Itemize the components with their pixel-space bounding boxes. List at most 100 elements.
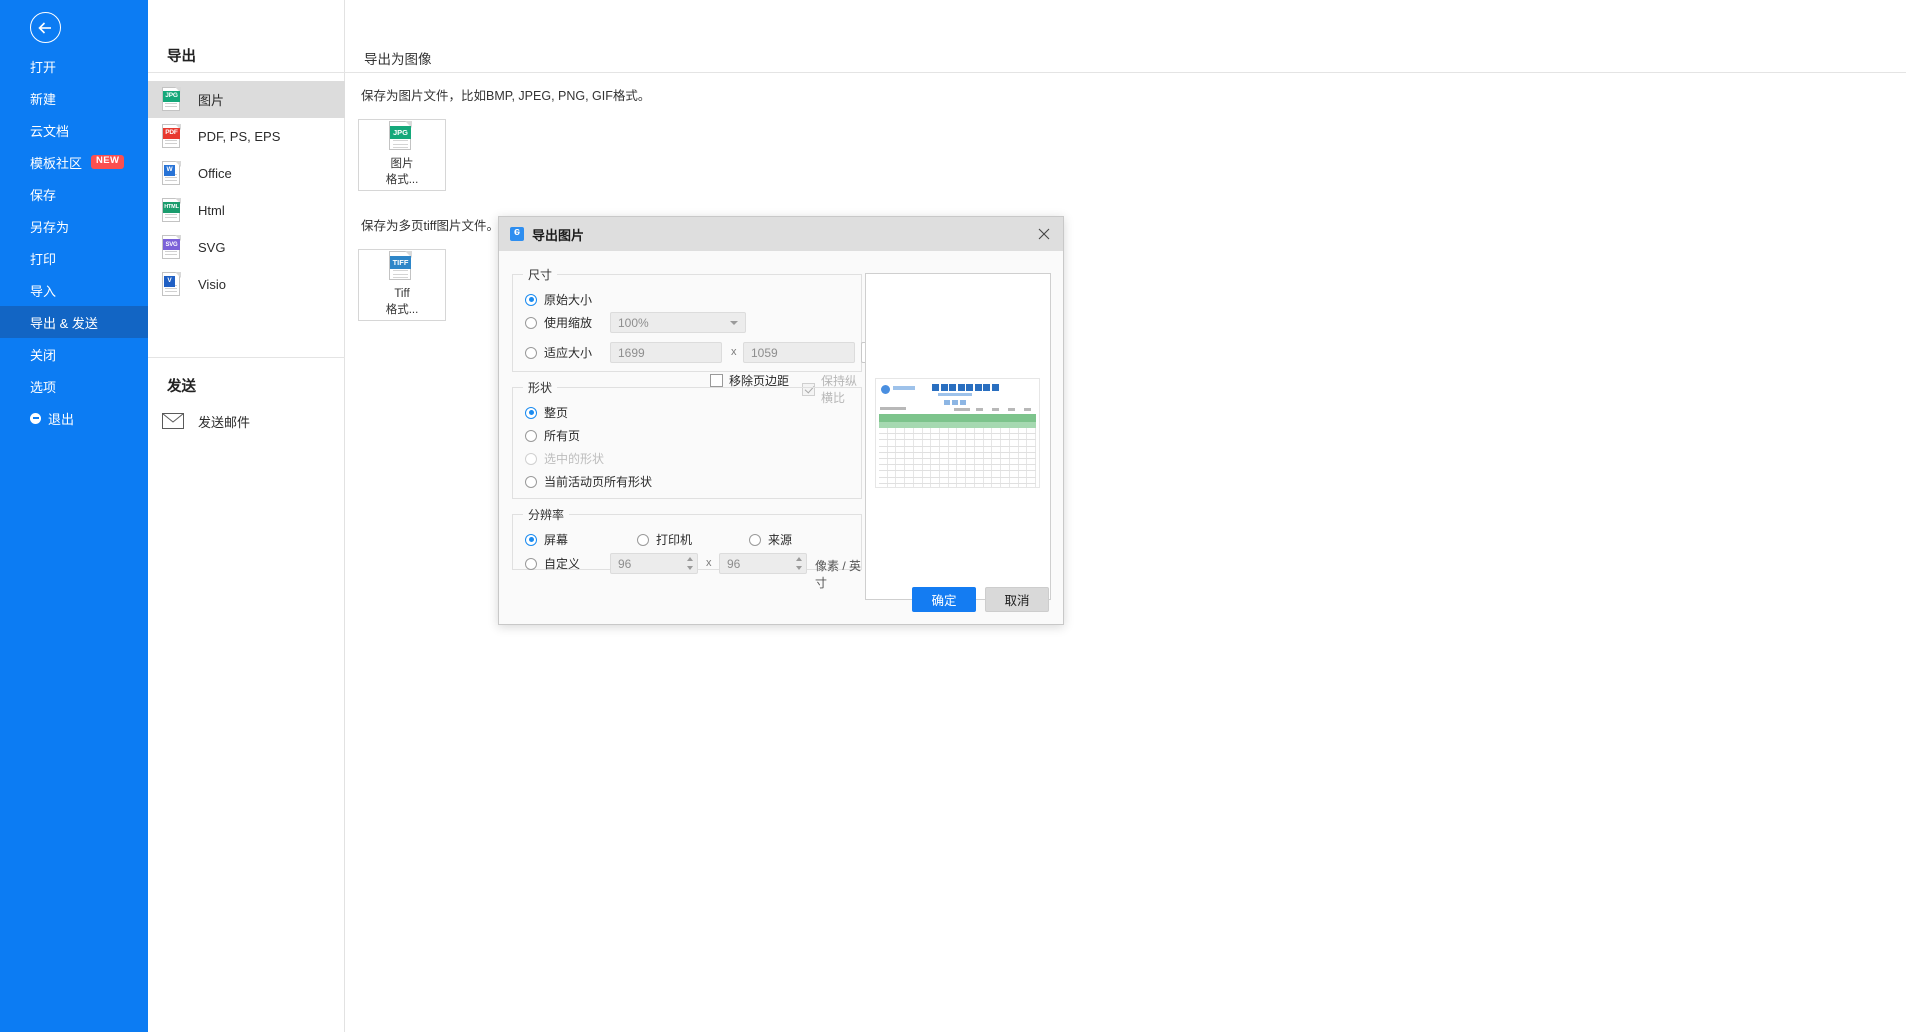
pdf-file-icon: PDF (162, 124, 183, 149)
fit-size-label: 适应大小 (544, 346, 593, 360)
preview-title (932, 384, 999, 391)
export-format-html[interactable]: HTML Html (148, 192, 345, 229)
radio-use-scale[interactable] (525, 316, 537, 329)
export-format-pdf[interactable]: PDF PDF, PS, EPS (148, 118, 345, 155)
jpg-file-icon: JPG (162, 87, 183, 112)
sidebar-item-cloud-docs[interactable]: 云文档 (0, 114, 148, 146)
dialog-buttons: 确定 取消 (912, 587, 1049, 612)
resolution-option-label: 自定义 (544, 557, 581, 571)
sidebar-item-open[interactable]: 打开 (0, 50, 148, 82)
format-label: SVG (198, 240, 226, 255)
sidebar-item-label: 打印 (30, 251, 57, 267)
visio-file-icon: V (162, 272, 183, 297)
original-size-option[interactable]: 原始大小 (525, 291, 592, 308)
resolution-option-custom[interactable]: 自定义 (525, 555, 580, 572)
shape-option-whole-page[interactable]: 整页 (525, 404, 568, 421)
stepper-arrows[interactable] (794, 555, 803, 572)
custom-dpi-x-stepper[interactable]: 96 (610, 553, 698, 574)
tiff-format-card[interactable]: TIFF Tiff 格式... (358, 249, 446, 321)
scale-select[interactable]: 100% (610, 312, 746, 333)
resolution-separator: x (706, 557, 712, 569)
divider (345, 72, 1906, 73)
preview-meta (880, 407, 906, 410)
jpg-file-icon-large: JPG (389, 121, 415, 152)
radio-screen[interactable] (525, 533, 537, 546)
app-logo-icon (510, 227, 524, 241)
fit-size-option[interactable]: 适应大小 (525, 344, 592, 361)
radio-original-size[interactable] (525, 293, 537, 306)
application-window: 亿图图示 1377144... (0, 0, 1906, 1032)
sidebar-item-import[interactable]: 导入 (0, 274, 148, 306)
fit-height-input[interactable]: 1059 (743, 342, 855, 363)
stepper-arrows[interactable] (685, 555, 694, 572)
card-line1: Tiff (394, 288, 410, 301)
radio-printer[interactable] (637, 533, 649, 546)
radio-current-page-shapes[interactable] (525, 475, 537, 488)
shape-option-label: 整页 (544, 406, 569, 420)
send-item-email[interactable]: 发送邮件 (162, 406, 250, 436)
sidebar-item-export-send[interactable]: 导出 & 发送 (0, 306, 148, 338)
radio-all-pages[interactable] (525, 429, 537, 442)
radio-fit-size[interactable] (525, 346, 537, 359)
resolution-option-label: 打印机 (656, 533, 693, 547)
export-format-visio[interactable]: V Visio (148, 266, 345, 303)
main-heading: 导出为图像 (364, 52, 432, 67)
left-sidebar: 打开 新建 云文档 模板社区 NEW 保存 另存为 打印 导入 导出 & 发送 … (0, 0, 148, 1032)
sidebar-item-label: 新建 (30, 91, 57, 107)
resolution-option-screen[interactable]: 屏幕 (525, 531, 568, 548)
export-format-office[interactable]: W Office (148, 155, 345, 192)
sidebar-item-exit[interactable]: 退出 (0, 402, 148, 434)
sidebar-item-label: 另存为 (30, 219, 70, 235)
word-file-icon: W (162, 161, 183, 186)
export-format-svg[interactable]: SVG SVG (148, 229, 345, 266)
radio-source[interactable] (749, 533, 761, 546)
resolution-option-printer[interactable]: 打印机 (637, 531, 692, 548)
preview-meta3 (976, 408, 1039, 411)
exit-dot-icon (30, 412, 41, 424)
custom-dpi-x-value: 96 (618, 556, 632, 571)
resolution-group-legend: 分辨率 (528, 508, 565, 522)
svg-file-icon: SVG (162, 235, 183, 260)
dialog-body: 尺寸 原始大小 使用缩放 100% 适应大小 1699 x 1059 移除页边距… (499, 251, 1063, 624)
sidebar-item-options[interactable]: 选项 (0, 370, 148, 402)
sidebar-item-close[interactable]: 关闭 (0, 338, 148, 370)
format-label: 图片 (198, 93, 225, 108)
shape-group: 形状 整页 所有页 选中的形状 当前活动页所有形状 (512, 379, 862, 499)
shape-option-current-page-shapes[interactable]: 当前活动页所有形状 (525, 473, 652, 490)
sidebar-item-new[interactable]: 新建 (0, 82, 148, 114)
use-scale-option[interactable]: 使用缩放 (525, 314, 592, 331)
card-line2: 格式... (385, 174, 419, 186)
card-line2: 格式... (385, 304, 419, 316)
preview-thumbnail (875, 378, 1040, 488)
chevron-down-icon (730, 320, 738, 325)
sidebar-item-label: 打开 (30, 59, 57, 75)
radio-selected-shapes (525, 452, 537, 465)
resolution-option-source[interactable]: 来源 (749, 531, 792, 548)
back-button[interactable] (30, 12, 61, 43)
sidebar-item-save[interactable]: 保存 (0, 178, 148, 210)
resolution-option-label: 屏幕 (544, 533, 569, 547)
custom-dpi-y-stepper[interactable]: 96 (719, 553, 807, 574)
size-group-legend: 尺寸 (528, 268, 553, 282)
dialog-close-icon[interactable] (1031, 221, 1057, 247)
radio-custom[interactable] (525, 557, 537, 570)
image-format-card[interactable]: JPG 图片 格式... (358, 119, 446, 191)
sidebar-item-save-as[interactable]: 另存为 (0, 210, 148, 242)
shape-option-label: 选中的形状 (544, 452, 605, 466)
tiff-description: 保存为多页tiff图片文件。 (361, 219, 499, 233)
ok-button[interactable]: 确定 (912, 587, 976, 612)
radio-whole-page[interactable] (525, 406, 537, 419)
sidebar-item-print[interactable]: 打印 (0, 242, 148, 274)
sidebar-item-label: 云文档 (30, 123, 70, 139)
resolution-unit-label: 像素 / 英寸 (815, 559, 862, 590)
preview-subtitle (938, 393, 972, 396)
sidebar-item-label: 关闭 (30, 347, 57, 363)
shape-option-all-pages[interactable]: 所有页 (525, 427, 580, 444)
fit-width-input[interactable]: 1699 (610, 342, 722, 363)
preview-meta2 (954, 408, 970, 411)
export-format-image[interactable]: JPG 图片 (148, 81, 345, 118)
sidebar-item-template-community[interactable]: 模板社区 NEW (0, 146, 148, 178)
cancel-button[interactable]: 取消 (985, 587, 1049, 612)
preview-subtitle2 (944, 400, 966, 405)
sidebar-item-label: 导入 (30, 283, 57, 299)
